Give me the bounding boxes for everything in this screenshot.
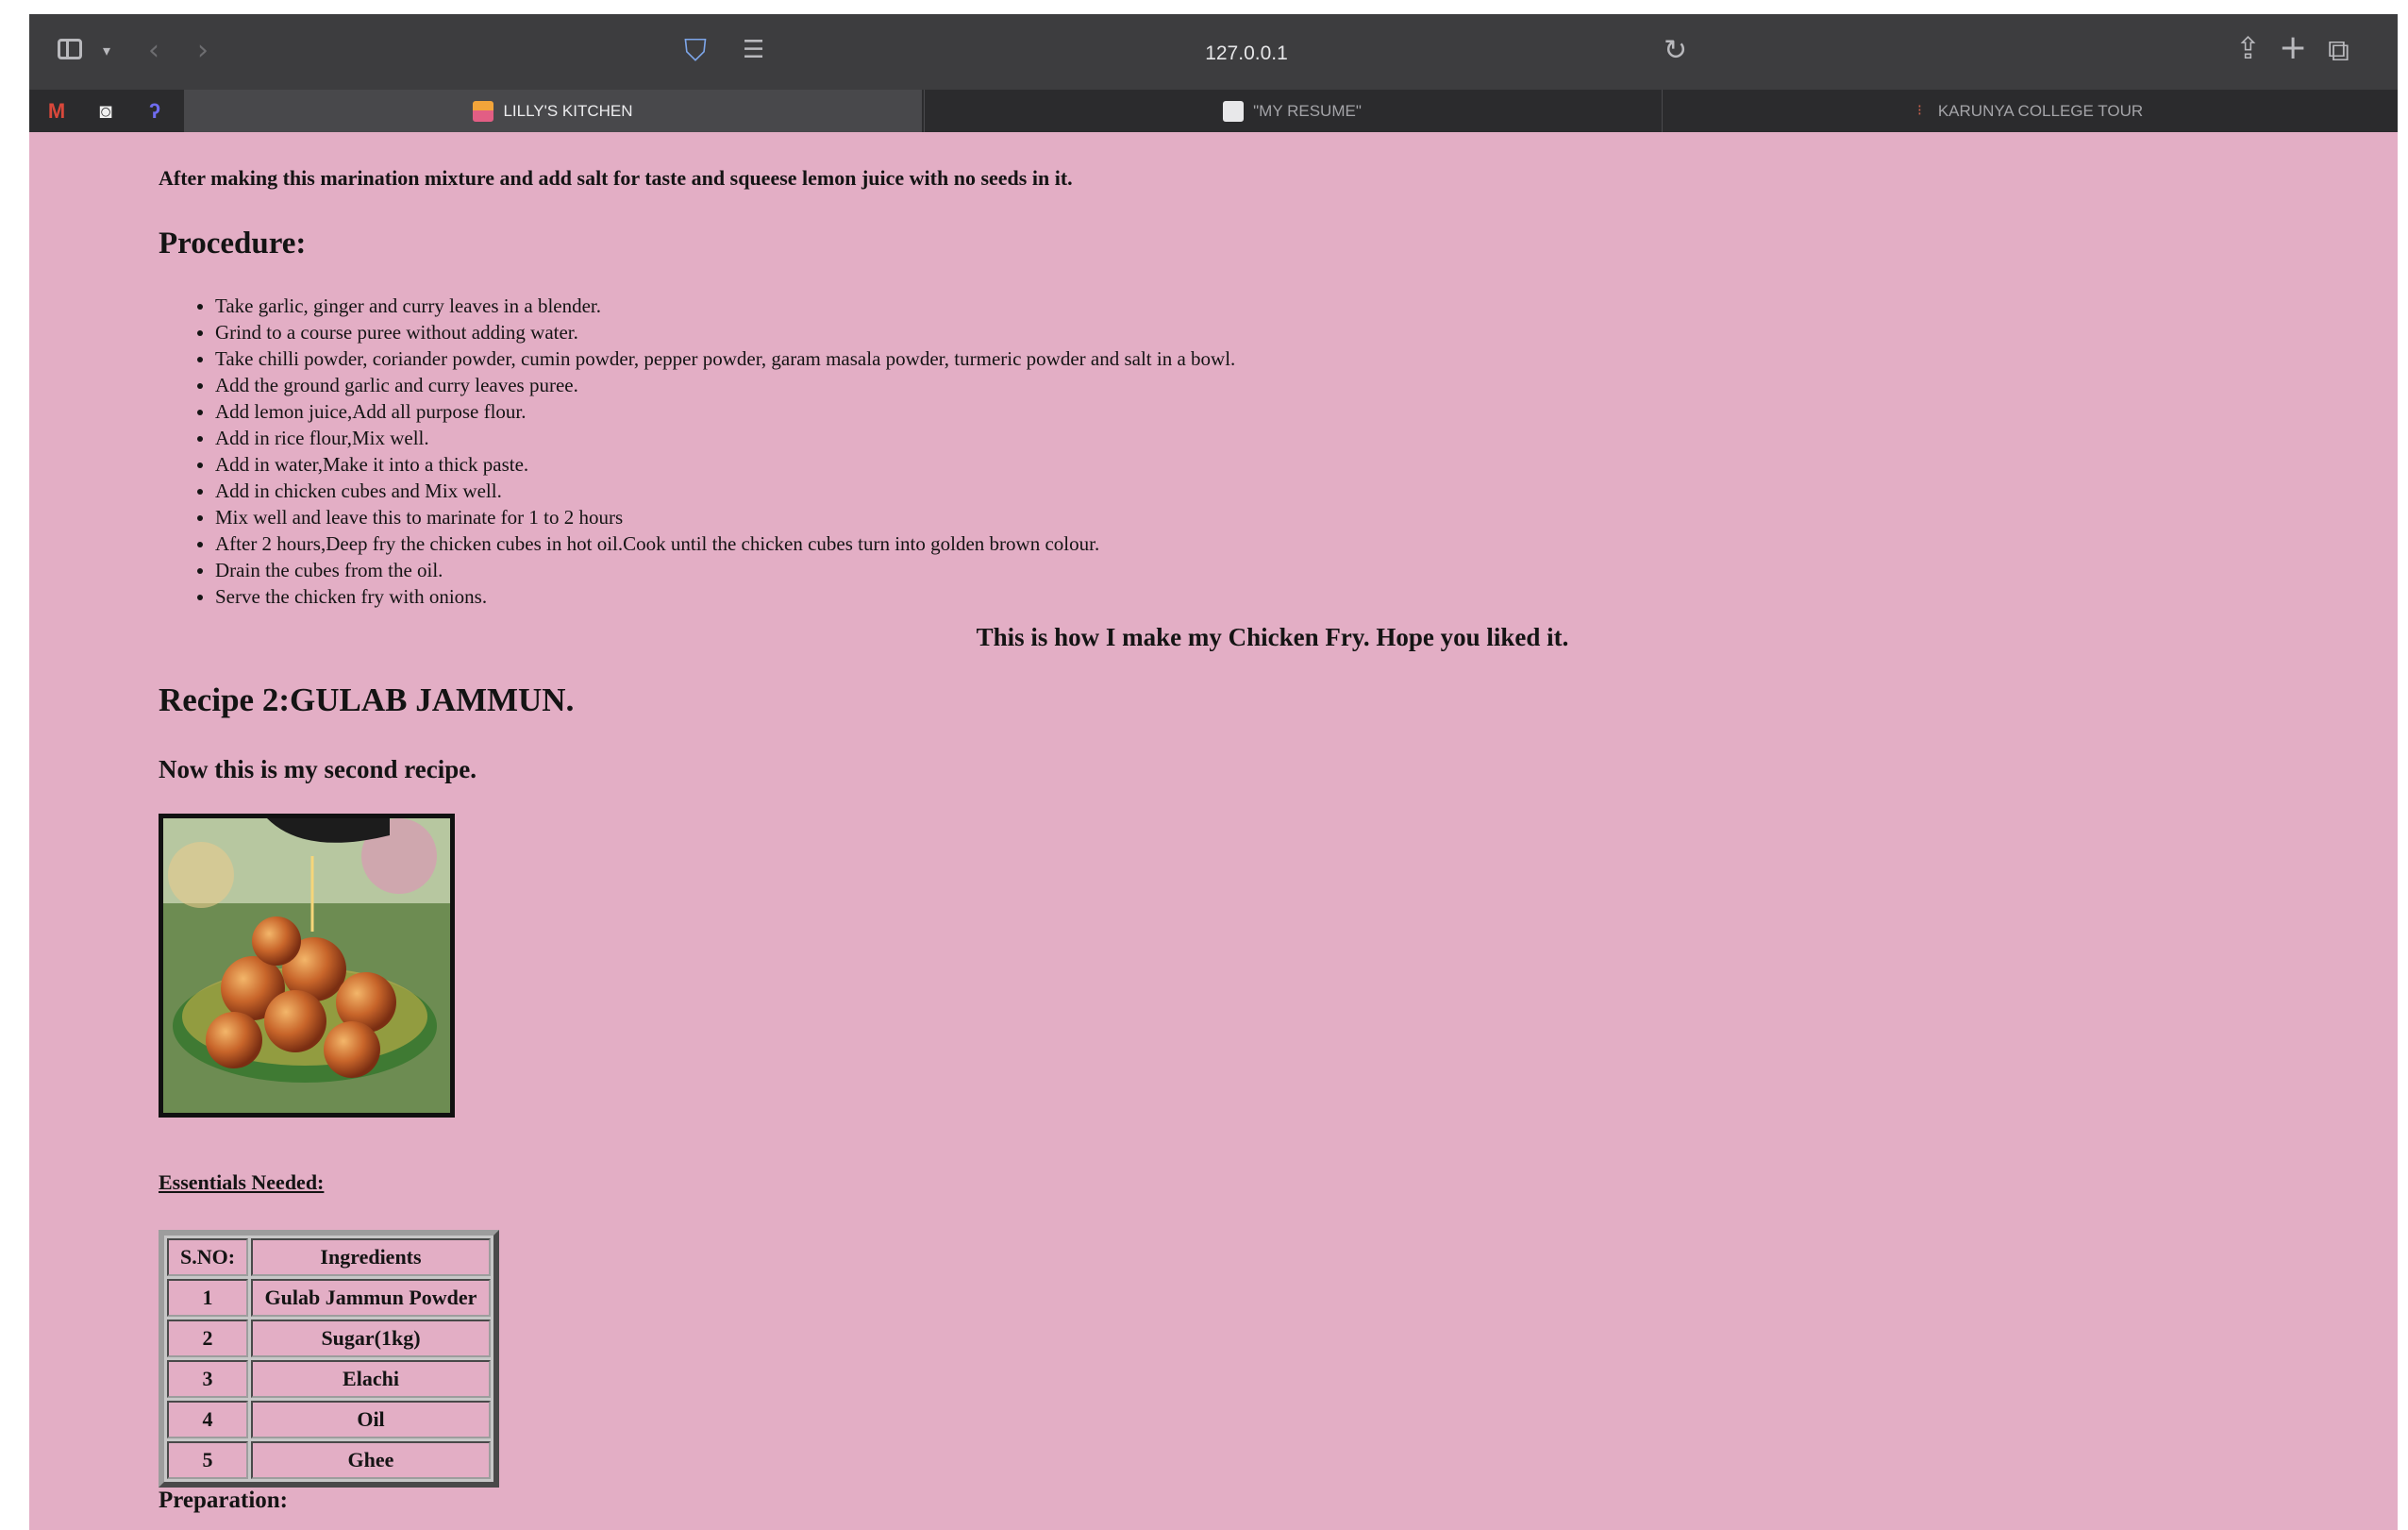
table-row: 3 Elachi	[167, 1360, 491, 1398]
gulab-jamun-photo	[159, 814, 455, 1118]
table-row: 1 Gulab Jammun Powder	[167, 1279, 491, 1317]
tab-bar: M ◙ ʔ LILLY'S KITCHEN "MY RESUME" ⁝ KARU…	[29, 90, 2398, 132]
recipe-2-intro: Now this is my second recipe.	[159, 755, 477, 783]
list-item: Drain the cubes from the oil.	[215, 557, 1235, 583]
new-tab-icon[interactable]: +	[2279, 31, 2307, 65]
tab-my-resume[interactable]: "MY RESUME"	[924, 90, 1660, 132]
address-bar[interactable]: 127.0.0.1	[1162, 42, 1331, 65]
list-item: Take chilli powder, coriander powder, cu…	[215, 345, 1235, 372]
kitchen-favicon-icon	[473, 100, 494, 122]
sidebar-toggle-icon[interactable]	[58, 39, 82, 59]
table-cell: Oil	[251, 1401, 491, 1438]
app-icon: ʔ	[148, 98, 161, 123]
table-cell: Elachi	[251, 1360, 491, 1398]
marination-note: After making this marination mixture and…	[159, 166, 1073, 190]
table-header-row: S.NO: Ingredients	[167, 1238, 491, 1276]
procedure-heading: Procedure:	[159, 227, 307, 261]
reload-icon[interactable]: ↻	[1664, 37, 1687, 65]
pinned-tab-app[interactable]: ʔ	[135, 90, 175, 132]
browser-window: ▾ ‹ › ⛉ ☰ 127.0.0.1 ↻ ⇪ + ⧉ M ◙ ʔ LILLY'…	[29, 14, 2398, 1530]
privacy-shield-icon[interactable]: ⛉	[684, 35, 707, 65]
table-row: 4 Oil	[167, 1401, 491, 1438]
page-content: After making this marination mixture and…	[29, 132, 2398, 1530]
procedure-steps-list: Take garlic, ginger and curry leaves in …	[159, 293, 1235, 610]
chevron-down-icon[interactable]: ▾	[103, 43, 110, 59]
table-row: 2 Sugar(1kg)	[167, 1320, 491, 1357]
column-header-sno: S.NO:	[167, 1238, 248, 1276]
share-icon[interactable]: ⇪	[2235, 33, 2261, 63]
list-item: Serve the chicken fry with onions.	[215, 583, 1235, 610]
tab-label: "MY RESUME"	[1253, 101, 1362, 120]
list-item: After 2 hours,Deep fry the chicken cubes…	[215, 530, 1235, 557]
pinned-tab-gmail[interactable]: M	[37, 90, 76, 132]
browser-toolbar: ▾ ‹ › ⛉ ☰ 127.0.0.1 ↻ ⇪ + ⧉	[29, 14, 2398, 90]
table-cell: 3	[167, 1360, 248, 1398]
table-cell: Sugar(1kg)	[251, 1320, 491, 1357]
table-cell: 5	[167, 1441, 248, 1479]
list-item: Add in chicken cubes and Mix well.	[215, 478, 1235, 504]
list-item: Grind to a course puree without adding w…	[215, 319, 1235, 345]
tab-overview-icon[interactable]: ⧉	[2328, 35, 2349, 65]
pinned-tab-ghost[interactable]: ◙	[86, 90, 125, 132]
table-cell: 2	[167, 1320, 248, 1357]
tab-label: KARUNYA COLLEGE TOUR	[1937, 101, 2144, 120]
table-cell: 1	[167, 1279, 248, 1317]
document-favicon-icon	[1223, 100, 1245, 122]
table-cell: Ghee	[251, 1441, 491, 1479]
table-cell: 4	[167, 1401, 248, 1438]
forward-arrow-icon[interactable]: ›	[197, 37, 209, 65]
preparation-heading: Preparation:	[159, 1488, 289, 1513]
tab-label: LILLY'S KITCHEN	[503, 101, 633, 120]
closing-remark: This is how I make my Chicken Fry. Hope …	[976, 623, 1569, 651]
column-header-ingredients: Ingredients	[251, 1238, 491, 1276]
gmail-icon: M	[47, 98, 66, 123]
back-arrow-icon[interactable]: ‹	[148, 37, 159, 65]
tab-lillys-kitchen[interactable]: LILLY'S KITCHEN	[184, 90, 922, 132]
list-item: Take garlic, ginger and curry leaves in …	[215, 293, 1235, 319]
list-item: Add the ground garlic and curry leaves p…	[215, 372, 1235, 398]
list-item: Mix well and leave this to marinate for …	[215, 504, 1235, 530]
list-item: Add lemon juice,Add all purpose flour.	[215, 398, 1235, 425]
ingredients-table: S.NO: Ingredients 1 Gulab Jammun Powder …	[159, 1230, 499, 1488]
list-item: Add in water,Make it into a thick paste.	[215, 451, 1235, 478]
karunya-favicon-icon: ⁝	[1916, 102, 1922, 119]
essentials-heading: Essentials Needed:	[159, 1170, 325, 1194]
table-row: 5 Ghee	[167, 1441, 491, 1479]
recipe-2-heading: Recipe 2:GULAB JAMMUN.	[159, 681, 575, 718]
tab-karunya-college-tour[interactable]: ⁝ KARUNYA COLLEGE TOUR	[1662, 90, 2398, 132]
ghost-icon: ◙	[99, 98, 112, 123]
page-menu-icon[interactable]: ☰	[743, 38, 764, 62]
table-cell: Gulab Jammun Powder	[251, 1279, 491, 1317]
list-item: Add in rice flour,Mix well.	[215, 425, 1235, 451]
